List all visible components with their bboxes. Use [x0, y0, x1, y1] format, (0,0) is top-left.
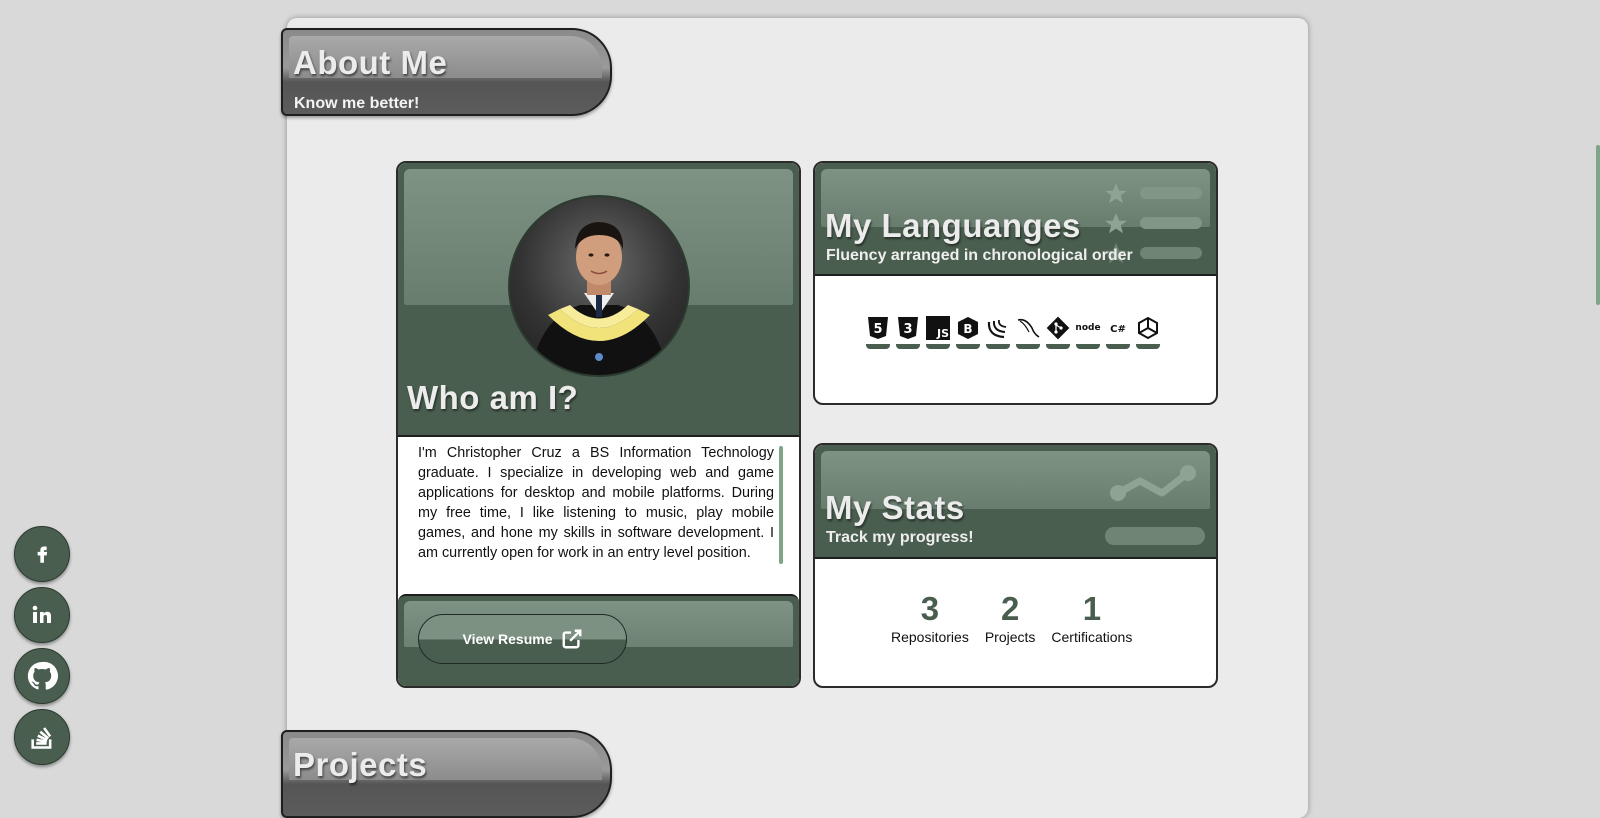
- facebook-icon: [37, 546, 48, 563]
- section-subtitle: Know me better!: [294, 95, 420, 112]
- stat-projects: 2 Projects: [984, 590, 1036, 646]
- svg-text:JS: JS: [936, 327, 949, 340]
- projects-banner: Projects: [281, 730, 612, 818]
- section-title: About Me: [293, 44, 448, 81]
- bootstrap-icon: B: [955, 315, 981, 341]
- stats-title: My Stats: [825, 489, 965, 526]
- github-button[interactable]: [14, 648, 70, 704]
- stats-card: My Stats Track my progress! 3 Repositori…: [813, 443, 1218, 688]
- linkedin-button[interactable]: [14, 587, 70, 643]
- svg-text:node: node: [1075, 323, 1100, 333]
- svg-text:C#: C#: [1110, 324, 1126, 335]
- view-resume-button[interactable]: View Resume: [418, 614, 627, 664]
- page-scrollbar[interactable]: [1596, 145, 1600, 305]
- section-title: Projects: [293, 746, 428, 783]
- mysql-icon: [1015, 315, 1041, 341]
- bio-text: I'm Christopher Cruz a BS Information Te…: [418, 445, 774, 561]
- about-me-banner: About Me Know me better!: [281, 28, 612, 116]
- star-icon: [1105, 213, 1127, 234]
- stat-certifications: 1 Certifications: [1051, 590, 1133, 646]
- stat-value: 1: [1082, 590, 1102, 627]
- javascript-icon: JS: [925, 315, 951, 341]
- svg-text:5: 5: [873, 322, 882, 337]
- profile-photo: [508, 195, 690, 377]
- who-am-i-card: Who am I? I'm Christopher Cruz a BS Info…: [396, 161, 801, 688]
- stat-value: 2: [1000, 590, 1020, 627]
- languages-title: My Languanges: [825, 207, 1081, 244]
- svg-text:3: 3: [903, 322, 912, 337]
- who-am-i-title: Who am I?: [407, 379, 579, 416]
- unity-icon: [1135, 315, 1161, 341]
- facebook-button[interactable]: [14, 526, 70, 582]
- stat-label: Repositories: [891, 629, 969, 645]
- languages-subtitle: Fluency arranged in chronological order: [826, 247, 1133, 264]
- language-icons: 5 3 JS B node C#: [865, 315, 1161, 349]
- stats-subtitle: Track my progress!: [826, 529, 974, 546]
- linkedin-icon: [32, 605, 51, 623]
- nodejs-icon: node: [1075, 315, 1101, 341]
- stat-label: Projects: [984, 629, 1036, 645]
- line-chart-icon: [1110, 465, 1196, 501]
- css3-icon: 3: [895, 315, 921, 341]
- git-icon: [1045, 315, 1071, 341]
- stat-value: 3: [920, 590, 940, 627]
- stat-label: Certifications: [1051, 629, 1133, 645]
- languages-card: My Languanges Fluency arranged in chrono…: [813, 161, 1218, 405]
- stackoverflow-button[interactable]: [14, 709, 70, 765]
- stats-row: 3 Repositories 2 Projects 1 Certificatio…: [891, 590, 1133, 646]
- external-link-icon: [562, 629, 581, 649]
- resume-bar: View Resume: [398, 594, 799, 686]
- github-icon: [27, 661, 58, 690]
- bio-scrollbar[interactable]: [779, 446, 783, 564]
- stat-repositories: 3 Repositories: [891, 590, 969, 646]
- html5-icon: 5: [865, 315, 891, 341]
- svg-text:B: B: [963, 322, 972, 336]
- view-resume-label: View Resume: [462, 631, 553, 647]
- star-icon: [1105, 183, 1127, 204]
- stackoverflow-icon: [31, 727, 52, 749]
- jquery-icon: [985, 315, 1011, 341]
- csharp-icon: C#: [1105, 315, 1131, 341]
